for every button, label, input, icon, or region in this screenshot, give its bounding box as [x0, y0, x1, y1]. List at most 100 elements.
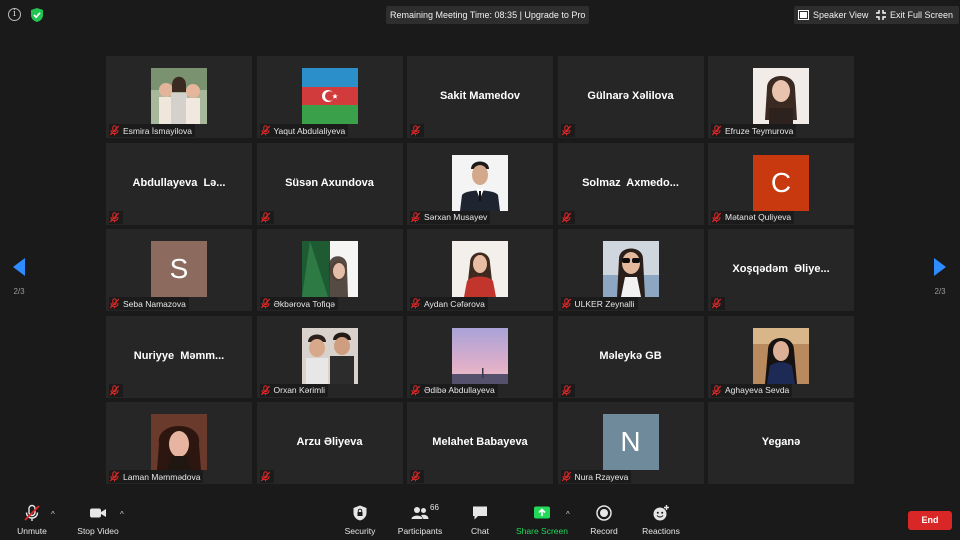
participant-tile[interactable]: Nuriyye Məmm...	[106, 315, 252, 398]
participant-tile[interactable]: Esmira İsmayilova	[106, 56, 252, 138]
exit-full-screen-button[interactable]: Exit Full Screen	[872, 6, 960, 24]
participant-tile[interactable]: Aydan Cəfərova	[407, 229, 553, 311]
end-meeting-button[interactable]: End	[908, 511, 952, 530]
participant-tile[interactable]: Sərxan Musayev	[407, 142, 553, 225]
participant-name-label: Aydan Cəfərova	[424, 298, 485, 309]
bottom-toolbar: Unmute ^ Stop Video ^ Security Participa…	[0, 500, 960, 540]
participant-profile-photo	[301, 327, 358, 384]
microphone-muted-icon	[561, 384, 571, 395]
reactions-button[interactable]: Reactions	[641, 504, 681, 536]
participant-name-label: ULKER Zeynalli	[574, 298, 635, 309]
next-page-button[interactable]: 2/3	[928, 258, 952, 296]
participant-tile[interactable]: Arzu Əliyeva	[256, 402, 403, 484]
reactions-label: Reactions	[642, 526, 680, 536]
participant-display-name: Solmaz Axmedo...	[582, 176, 679, 189]
previous-page-button[interactable]: 2/3	[7, 258, 31, 296]
participant-tile[interactable]: Gülnarə Xəlilova	[557, 56, 704, 138]
chat-button[interactable]: Chat	[466, 504, 494, 536]
microphone-muted-icon	[109, 471, 120, 482]
security-button[interactable]: Security	[342, 504, 378, 536]
top-bar: i Remaining Meeting Time: 08:35 | Upgrad…	[0, 0, 960, 30]
video-options-caret-icon[interactable]: ^	[120, 510, 124, 519]
participant-tile[interactable]: Solmaz Axmedo...	[557, 142, 704, 225]
participant-tile[interactable]: Sakit Mamedov	[407, 56, 553, 138]
participant-tile[interactable]: Ədibə Abdullayeva	[407, 315, 553, 398]
participant-tile[interactable]: N Nura Rzayeva	[557, 402, 704, 484]
reactions-smiley-icon	[653, 505, 669, 521]
microphone-muted-icon	[260, 298, 270, 309]
microphone-muted-icon	[410, 211, 421, 222]
participant-caption: Nura Rzayeva	[560, 470, 632, 483]
microphone-muted-icon	[109, 298, 120, 309]
participant-tile[interactable]: Melahet Babayeva	[407, 402, 553, 484]
microphone-muted-icon	[109, 211, 120, 222]
participant-profile-photo	[602, 241, 659, 297]
participants-count: 66	[430, 503, 439, 512]
participant-name-label: Efruze Teymurova	[725, 125, 794, 136]
participant-display-name: Yeganə	[761, 436, 801, 448]
participant-caption: Mətanət Quliyeva	[711, 210, 795, 224]
microphone-muted-icon	[260, 471, 270, 482]
participant-caption: Yaqut Abdulaliyeva	[259, 124, 349, 137]
participant-name-label: Əkbərova Tofiqə	[273, 298, 336, 309]
participant-initial-avatar: S	[151, 241, 207, 297]
participant-display-name: Sakit Mamedov	[439, 90, 521, 102]
info-icon[interactable]: i	[8, 8, 21, 21]
participant-profile-photo	[753, 327, 809, 384]
participant-profile-photo	[452, 241, 508, 297]
participant-tile[interactable]: Yeganə	[708, 402, 854, 484]
share-options-caret-icon[interactable]: ^	[566, 510, 570, 519]
participant-tile[interactable]: Yaqut Abdulaliyeva	[256, 56, 403, 138]
stop-video-button[interactable]: Stop Video	[76, 504, 120, 536]
audio-options-caret-icon[interactable]: ^	[51, 510, 55, 519]
record-button[interactable]: Record	[588, 504, 620, 536]
share-screen-button[interactable]: Share Screen	[516, 504, 568, 536]
participant-display-name: Süsən Axundova	[285, 176, 374, 189]
participant-caption	[560, 383, 575, 397]
participant-caption: Aghayeva Sevda	[711, 383, 793, 397]
participant-tile[interactable]: Laman Məmmədova	[106, 402, 252, 484]
participant-tile[interactable]: C Mətanət Quliyeva	[708, 142, 854, 225]
participant-tile[interactable]: Süsən Axundova	[256, 142, 403, 225]
microphone-muted-icon	[711, 125, 722, 136]
participant-caption	[109, 210, 123, 224]
participant-tile[interactable]: Abdullayeva Lə...	[106, 142, 252, 225]
participant-name-label: Sərxan Musayev	[424, 212, 488, 222]
participant-tile[interactable]: Xoşqədəm Əliye...	[708, 229, 854, 311]
participant-display-name: Nuriyye Məmm...	[133, 349, 225, 362]
speaker-view-button[interactable]: Speaker View	[794, 6, 875, 24]
participant-caption	[711, 297, 725, 310]
participant-profile-photo	[301, 241, 358, 297]
participant-display-name: Xoşqədəm Əliye...	[732, 263, 830, 275]
participant-initial-avatar: N	[602, 414, 659, 470]
participant-name-label: Seba Namazova	[123, 298, 186, 309]
participant-profile-photo	[452, 154, 508, 211]
participant-profile-photo	[301, 68, 358, 124]
encryption-shield-icon[interactable]	[30, 7, 44, 23]
participant-initial-avatar: C	[753, 154, 809, 211]
microphone-muted-icon	[260, 211, 270, 222]
participant-tile[interactable]: Məleykə GB	[557, 315, 704, 398]
microphone-muted-icon	[711, 384, 722, 395]
participant-tile[interactable]: Aghayeva Sevda	[708, 315, 854, 398]
participant-name-label: Laman Məmmədova	[123, 471, 201, 482]
page-indicator-right: 2/3	[934, 287, 946, 296]
participant-profile-photo	[151, 68, 207, 124]
participant-tile[interactable]: S Seba Namazova	[106, 229, 252, 311]
participant-display-name: Melahet Babayeva	[432, 436, 528, 448]
microphone-muted-icon	[410, 125, 421, 136]
participant-name-label: Yaqut Abdulaliyeva	[273, 125, 346, 136]
participant-display-name: Gülnarə Xəlilova	[587, 90, 674, 102]
participant-tile[interactable]: Orxan Kərimli	[256, 315, 403, 398]
share-screen-icon	[534, 506, 550, 519]
participant-tile[interactable]: Əkbərova Tofiqə	[256, 229, 403, 311]
participant-profile-photo	[753, 68, 809, 124]
participant-caption	[410, 470, 424, 483]
page-indicator-left: 2/3	[13, 287, 25, 296]
participants-button[interactable]: Participants 66	[396, 503, 444, 536]
meeting-timer[interactable]: Remaining Meeting Time: 08:35 | Upgrade …	[386, 6, 590, 24]
participant-tile[interactable]: Efruze Teymurova	[708, 56, 854, 138]
unmute-button[interactable]: Unmute	[14, 504, 50, 536]
participant-caption	[259, 470, 274, 483]
participant-tile[interactable]: ULKER Zeynalli	[557, 229, 704, 311]
